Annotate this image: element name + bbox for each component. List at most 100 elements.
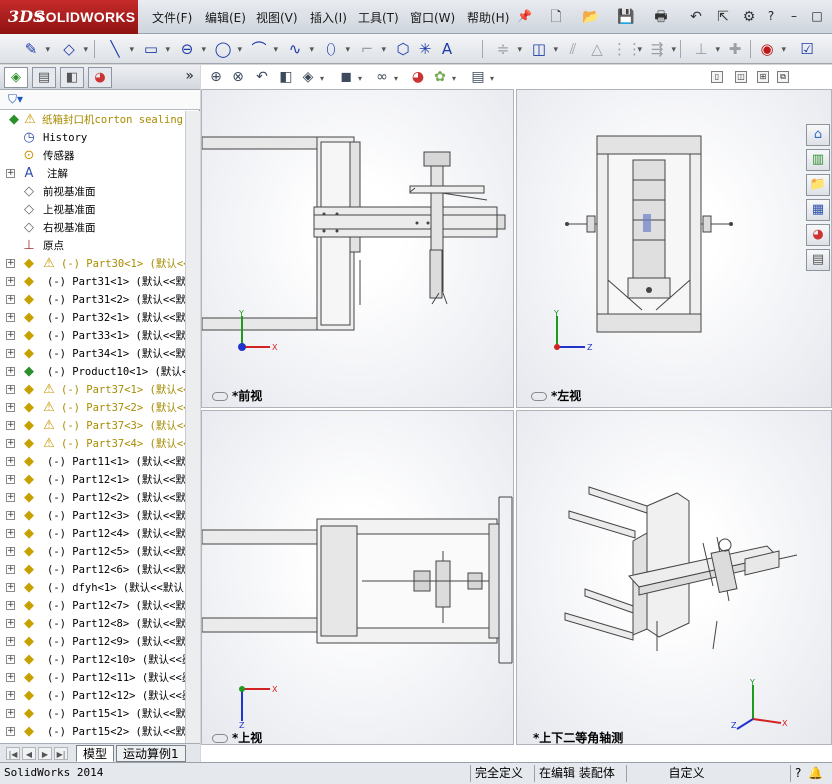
status-help[interactable]: ? [790, 765, 805, 782]
prev-tab-icon[interactable]: ◀ [22, 747, 36, 760]
tree-item[interactable]: + ◆ (-) Part12<4> (默认<<默 [0, 525, 185, 543]
menu-insert[interactable]: 插入(I) [310, 9, 347, 26]
tree-item[interactable]: + ◆ (-) Part12<8> (默认<<默 [0, 615, 185, 633]
offset-icon[interactable]: ⫽ [562, 38, 584, 60]
tree-item[interactable]: + ◆ (-) Product10<1> (默认< [0, 363, 185, 381]
apply-scene-icon[interactable]: ✿ ▾ [431, 68, 456, 86]
tree-item[interactable]: + ◆ (-) Part12<7> (默认<<默 [0, 597, 185, 615]
featuremanager-tab-icon[interactable]: ◈ [4, 67, 28, 88]
tree-item[interactable]: + ◆ (-) Part15<2> (默认<<默 [0, 723, 185, 741]
tree-item[interactable]: ◇ 上视基准面 [0, 201, 185, 219]
tree-item[interactable]: + ◆ (-) Part12<1> (默认<<默 [0, 471, 185, 489]
tree-item[interactable]: + A 注解 [0, 165, 185, 183]
minimize-button[interactable]: – [785, 8, 803, 24]
menu-help[interactable]: 帮助(H) [467, 9, 509, 26]
expand-toggle-icon[interactable]: + [6, 709, 15, 718]
expand-toggle-icon[interactable]: + [6, 493, 15, 502]
tree-item[interactable]: + ◆ (-) Part12<5> (默认<<默 [0, 543, 185, 561]
tree-item[interactable]: ◇ 右视基准面 [0, 219, 185, 237]
arc-icon[interactable]: ⌒ ▾ [248, 38, 278, 60]
tree-item[interactable]: + ◆ (-) Part12<3> (默认<<默 [0, 507, 185, 525]
tree-item[interactable]: ◇ 前视基准面 [0, 183, 185, 201]
sketch-icon[interactable]: ✎ ▾ [20, 38, 50, 60]
tree-item[interactable]: + ◆ (-) Part12<9> (默认<<默 [0, 633, 185, 651]
tree-item[interactable]: + ◆ (-) Part12<12> (默认<<墨 [0, 687, 185, 705]
rebuild-icon[interactable]: ⚙ [736, 6, 762, 28]
expand-toggle-icon[interactable]: + [6, 295, 15, 304]
menu-window[interactable]: 窗口(W) [410, 9, 455, 26]
custom-properties-icon[interactable]: ▤ [806, 249, 830, 271]
last-tab-icon[interactable]: ▶| [54, 747, 68, 760]
quick-snaps-icon[interactable]: ◉ ▾ [756, 38, 786, 60]
tab-motion-study[interactable]: 运动算例1 [116, 745, 186, 762]
expand-toggle-icon[interactable]: + [6, 475, 15, 484]
menu-file[interactable]: 文件(F) [152, 9, 192, 26]
tree-item[interactable]: ◆ ⚠ 纸箱封口机corton sealing [0, 111, 185, 129]
expand-toggle-icon[interactable]: + [6, 529, 15, 538]
viewport-isometric[interactable]: Y X Z *上下二等角轴测 [516, 410, 832, 745]
viewport-left[interactable]: Y Z *左视 [516, 89, 832, 408]
point-icon[interactable]: ✳ [414, 38, 436, 60]
tree-item[interactable]: + ◆ (-) Part15<1> (默认<<默 [0, 705, 185, 723]
view-settings-icon[interactable]: ▤ ▾ [469, 68, 494, 86]
propertymanager-tab-icon[interactable]: ▤ [32, 67, 56, 88]
filter-icon[interactable]: ⛉▾ [8, 92, 23, 107]
rectangle-icon[interactable]: ▭ ▾ [140, 38, 170, 60]
zoom-to-fit-icon[interactable]: ⊕ [207, 68, 225, 86]
expand-toggle-icon[interactable]: + [6, 403, 15, 412]
expand-toggle-icon[interactable]: + [6, 511, 15, 520]
expand-toggle-icon[interactable]: + [6, 385, 15, 394]
new-document-icon[interactable]: 🗋 [543, 6, 569, 28]
display-style-icon[interactable]: ◼ ▾ [337, 68, 362, 86]
rebuild-indicator-icon[interactable]: 🔔 [808, 765, 823, 782]
menu-view[interactable]: 视图(V) [256, 9, 298, 26]
tree-item[interactable]: + ◆ (-) Part31<1> (默认<<默 [0, 273, 185, 291]
tree-item[interactable]: + ◆ (-) Part12<6> (默认<<默 [0, 561, 185, 579]
menu-edit[interactable]: 编辑(E) [205, 9, 246, 26]
expand-toggle-icon[interactable]: + [6, 439, 15, 448]
spline-icon[interactable]: ∿ ▾ [284, 38, 314, 60]
move-entities-icon[interactable]: ⇶ ▾ [646, 38, 676, 60]
section-view-icon[interactable]: ◧ [277, 68, 295, 86]
trim-icon[interactable]: ≑ ▾ [492, 38, 522, 60]
expand-toggle-icon[interactable]: + [6, 673, 15, 682]
tree-scrollbar[interactable] [185, 111, 200, 743]
configurationmanager-tab-icon[interactable]: ◧ [60, 67, 84, 88]
tree-item[interactable]: + ◆ ⚠ (-) Part30<1> (默认<< [0, 255, 185, 273]
previous-view-icon[interactable]: ↶ [253, 68, 271, 86]
expand-toggle-icon[interactable]: + [6, 547, 15, 556]
undo-icon[interactable]: ↶ [683, 6, 709, 28]
tree-item[interactable]: ⊥ 原点 [0, 237, 185, 255]
displaymanager-tab-icon[interactable]: ◕ [88, 67, 112, 88]
view-orientation-icon[interactable]: ◈ ▾ [299, 68, 324, 86]
status-units[interactable]: 自定义 [626, 765, 746, 782]
edit-appearance-icon[interactable]: ◕ [409, 68, 427, 86]
view-palette-icon[interactable]: ▦ [806, 199, 830, 221]
mirror-icon[interactable]: △ [586, 38, 608, 60]
menu-tools[interactable]: 工具(T) [358, 9, 399, 26]
slot-icon[interactable]: ⊖ ▾ [176, 38, 206, 60]
maximize-button[interactable]: □ [808, 8, 826, 24]
tree-item[interactable]: + ◆ (-) Part31<2> (默认<<默 [0, 291, 185, 309]
save-icon[interactable]: 💾 [613, 6, 639, 28]
expand-toggle-icon[interactable]: + [6, 691, 15, 700]
tree-item[interactable]: ◷ History [0, 129, 185, 147]
fillet-icon[interactable]: ⌐ ▾ [356, 38, 386, 60]
expand-toggle-icon[interactable]: + [6, 259, 15, 268]
line-icon[interactable]: ╲ ▾ [104, 38, 134, 60]
circle-icon[interactable]: ◯ ▾ [212, 38, 242, 60]
expand-toggle-icon[interactable]: + [6, 169, 15, 178]
instant-2d-icon[interactable]: ☑ [796, 38, 818, 60]
tree-item[interactable]: + ◆ ⚠ (-) Part37<1> (默认<< [0, 381, 185, 399]
repair-sketch-icon[interactable]: ✚ [724, 38, 746, 60]
polygon-icon[interactable]: ⬡ [392, 38, 414, 60]
expand-toggle-icon[interactable]: + [6, 349, 15, 358]
next-tab-icon[interactable]: ▶ [38, 747, 52, 760]
select-icon[interactable]: ⇱ [710, 6, 736, 28]
four-view-icon[interactable]: ⊞ [757, 71, 769, 83]
expand-toggle-icon[interactable]: + [6, 313, 15, 322]
expand-toggle-icon[interactable]: + [6, 619, 15, 628]
expand-toggle-icon[interactable]: + [6, 421, 15, 430]
ellipse-icon[interactable]: ⬯ ▾ [320, 38, 350, 60]
graphics-area[interactable]: ⊕ ⊗ ↶ ◧ ◈ ▾ ◼ ▾ ∞ ▾ ◕ ✿ ▾ ▤ ▾ ▯ ◫ ⊞ ⧉ Y … [201, 65, 832, 762]
